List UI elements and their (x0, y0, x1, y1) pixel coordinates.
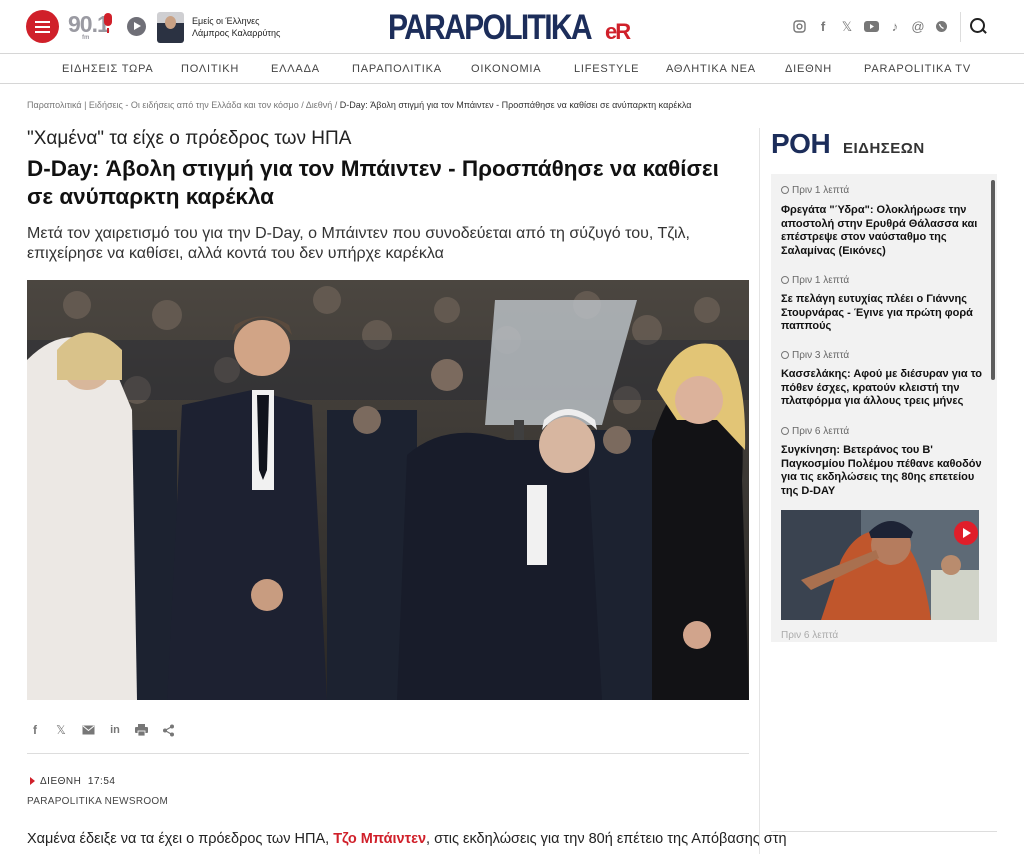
show-name[interactable]: Εμείς οι Έλληνες (192, 16, 259, 26)
radio-logo[interactable]: 90.1 fm (68, 11, 110, 41)
feed-item-time: Πριν 3 λεπτά (781, 350, 849, 361)
x-icon[interactable]: 𝕏 (53, 722, 69, 738)
article-category[interactable]: ΔΙΕΘΝΗ (40, 776, 81, 787)
show-host[interactable]: Λάμπρος Καλαρρύτης (192, 28, 280, 38)
clock-icon (781, 276, 789, 284)
divider (771, 831, 997, 832)
article-time: 17:54 (87, 776, 116, 787)
nav-item-lifestyle[interactable]: LIFESTYLE (574, 63, 639, 75)
category-marker-icon (30, 777, 35, 785)
menu-button[interactable] (26, 10, 59, 43)
feed-item-time: Πριν 6 λεπτά (781, 630, 839, 641)
tiktok-icon[interactable]: ♪ (885, 17, 905, 37)
breadcrumb-section[interactable]: Διεθνή (306, 100, 333, 110)
article-meta: ΔΙΕΘΝΗ 17:54 (40, 776, 115, 787)
sidebar-divider (759, 128, 760, 854)
article-lead: Μετά τον χαιρετισμό του για την D-Day, ο… (27, 225, 690, 262)
feed-item-title[interactable]: Συγκίνηση: Βετεράνος του Β' Παγκοσμίου Π… (781, 444, 986, 498)
clock-icon (781, 427, 789, 435)
header-divider (960, 12, 961, 42)
nav-item-parapolitika-tv[interactable]: PARAPOLITIKA TV (864, 63, 971, 75)
nav-item-greece[interactable]: ΕΛΛΑΔΑ (271, 63, 320, 75)
site-logo-suffix[interactable]: eR (605, 19, 631, 45)
nav-item-news-now[interactable]: ΕΙΔΗΣΕΙΣ ΤΩΡΑ (62, 63, 154, 75)
person-link[interactable]: Τζο Μπάιντεν (333, 831, 426, 847)
facebook-icon[interactable]: f (813, 17, 833, 37)
feed-item-title[interactable]: Φρεγάτα "Ύδρα": Ολοκλήρωσε την αποστολή … (781, 204, 986, 258)
linkedin-icon[interactable]: in (107, 722, 123, 738)
breadcrumb-home[interactable]: Παραπολιτικά | Ειδήσεις - Οι ειδήσεις απ… (27, 100, 299, 110)
news-feed-title: ΡΟΗ (771, 128, 831, 159)
divider (27, 753, 749, 754)
nav-item-sports[interactable]: ΑΘΛΗΤΙΚΑ ΝΕΑ (666, 63, 756, 75)
feed-item-title[interactable]: Σε πελάγη ευτυχίας πλέει ο Γιάννης Στουρ… (781, 293, 986, 334)
news-feed[interactable]: Πριν 1 λεπτά Φρεγάτα "Ύδρα": Ολοκλήρωσε … (771, 174, 997, 642)
feed-item-time: Πριν 1 λεπτά (781, 275, 849, 286)
feed-item-title[interactable]: Κασσελάκης: Αφού με διέσυραν για το πόθε… (781, 368, 986, 409)
news-feed-subtitle: ΕΙΔΗΣΕΩΝ (843, 140, 925, 157)
threads-icon[interactable]: @ (908, 17, 928, 37)
main-navigation: ΕΙΔΗΣΕΙΣ ΤΩΡΑ ΠΟΛΙΤΙΚΗ ΕΛΛΑΔΑ ΠΑΡΑΠΟΛΙΤΙ… (0, 55, 1024, 84)
viber-icon[interactable] (931, 17, 951, 37)
nav-item-parapolitika[interactable]: ΠΑΡΑΠΟΛΙΤΙΚΑ (352, 63, 442, 75)
feed-item-video-thumbnail[interactable] (781, 510, 979, 620)
youtube-icon[interactable] (861, 17, 881, 37)
site-header: 90.1 fm Εμείς οι Έλληνες Λάμπρος Καλαρρύτ… (0, 0, 1024, 54)
site-logo[interactable]: PARAPOLITIKA (388, 8, 593, 48)
host-avatar[interactable] (157, 12, 184, 43)
article-body: Χαμένα έδειξε να τα έχει ο πρόεδρος των … (27, 831, 787, 847)
instagram-icon[interactable] (789, 17, 809, 37)
breadcrumb-current: D-Day: Άβολη στιγμή για τον Μπάιντεν - Π… (339, 100, 692, 110)
microphone-icon[interactable] (104, 13, 112, 33)
nav-item-economy[interactable]: ΟΙΚΟΝΟΜΙΑ (471, 63, 541, 75)
nav-item-international[interactable]: ΔΙΕΘΝΗ (785, 63, 832, 75)
play-icon[interactable] (954, 521, 978, 545)
play-icon[interactable] (127, 17, 146, 36)
nav-item-politics[interactable]: ΠΟΛΙΤΙΚΗ (181, 63, 239, 75)
article-author: PARAPOLITIKA NEWSROOM (27, 796, 169, 807)
article-title: D-Day: Άβολη στιγμή για τον Μπάιντεν - Π… (27, 156, 719, 209)
x-icon[interactable]: 𝕏 (837, 17, 857, 37)
email-icon[interactable] (80, 722, 96, 738)
breadcrumb: Παραπολιτικά | Ειδήσεις - Οι ειδήσεις απ… (27, 100, 692, 110)
feed-scrollbar[interactable] (991, 180, 995, 380)
share-icon[interactable] (160, 722, 176, 738)
clock-icon (781, 186, 789, 194)
article-kicker: "Χαμένα" τα είχε ο πρόεδρος των ΗΠΑ (27, 128, 352, 149)
search-icon[interactable] (969, 17, 987, 35)
feed-item-time: Πριν 6 λεπτά (781, 426, 849, 437)
article-photo[interactable] (27, 280, 749, 700)
print-icon[interactable] (133, 722, 149, 738)
feed-item-time: Πριν 1 λεπτά (781, 185, 849, 196)
clock-icon (781, 351, 789, 359)
facebook-icon[interactable]: f (27, 722, 43, 738)
